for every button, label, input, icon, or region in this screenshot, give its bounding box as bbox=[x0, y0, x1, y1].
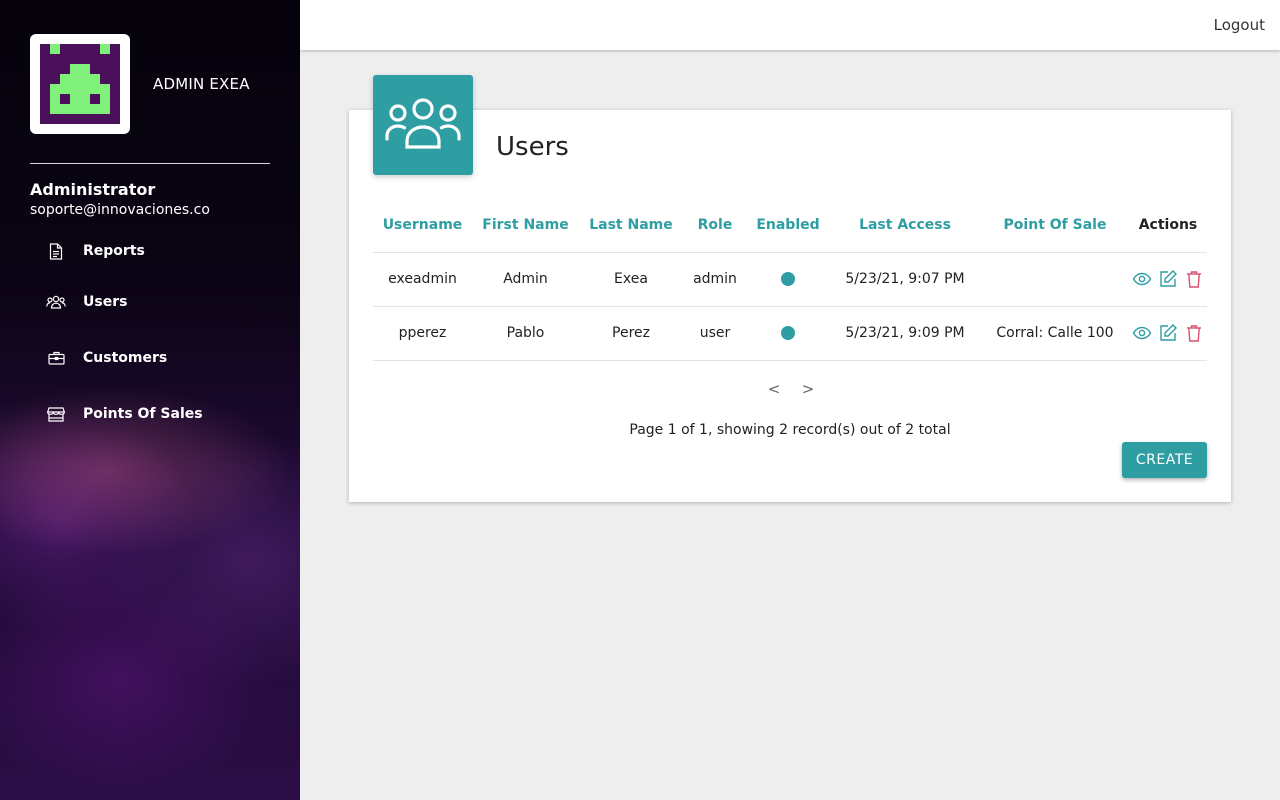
brand-name: ADMIN EXEA bbox=[153, 75, 250, 93]
create-button[interactable]: CREATE bbox=[1122, 442, 1207, 478]
sidebar-divider bbox=[30, 163, 270, 164]
cell-point-of-sale[interactable]: Corral: Calle 100 bbox=[981, 306, 1129, 361]
cell-point-of-sale[interactable] bbox=[981, 252, 1129, 307]
view-icon[interactable] bbox=[1132, 269, 1152, 289]
table-row: pperez Pablo Perez user 5/23/21, 9:09 PM… bbox=[373, 306, 1207, 361]
enabled-indicator bbox=[781, 272, 795, 286]
table-row: exeadmin Admin Exea admin 5/23/21, 9:07 … bbox=[373, 252, 1207, 307]
sidebar-item-reports[interactable]: Reports bbox=[46, 239, 145, 263]
cell-username: exeadmin bbox=[373, 252, 472, 307]
app-logo bbox=[30, 34, 130, 134]
sidebar-item-label: Points Of Sales bbox=[83, 406, 203, 422]
invader-logo-icon bbox=[40, 44, 120, 124]
delete-icon[interactable] bbox=[1184, 269, 1204, 289]
edit-icon[interactable] bbox=[1158, 269, 1178, 289]
sidebar-item-users[interactable]: Users bbox=[46, 290, 127, 314]
cell-enabled bbox=[747, 252, 829, 307]
sidebar: ADMIN EXEA Administrator soporte@innovac… bbox=[0, 0, 300, 800]
cell-last-name: Perez bbox=[579, 306, 683, 361]
cell-actions bbox=[1129, 306, 1207, 361]
briefcase-icon bbox=[46, 349, 66, 367]
cell-first-name: Admin bbox=[472, 252, 579, 307]
cell-first-name: Pablo bbox=[472, 306, 579, 361]
cell-actions bbox=[1129, 252, 1207, 307]
view-icon[interactable] bbox=[1132, 323, 1152, 343]
users-table: Username First Name Last Name Role Enabl… bbox=[373, 199, 1207, 361]
column-header-role[interactable]: Role bbox=[683, 199, 747, 253]
page-info: Page 1 of 1, showing 2 record(s) out of … bbox=[629, 422, 951, 438]
page-title: Users bbox=[496, 132, 569, 162]
sidebar-item-label: Customers bbox=[83, 350, 168, 366]
cell-last-name: Exea bbox=[579, 252, 683, 307]
logout-link[interactable]: Logout bbox=[1214, 16, 1265, 34]
cell-last-access: 5/23/21, 9:07 PM bbox=[829, 252, 981, 307]
cell-role: user bbox=[683, 306, 747, 361]
sidebar-item-customers[interactable]: Customers bbox=[46, 346, 167, 370]
sidebar-item-label: Users bbox=[83, 294, 128, 310]
edit-icon[interactable] bbox=[1158, 323, 1178, 343]
column-header-enabled[interactable]: Enabled bbox=[747, 199, 829, 253]
column-header-username[interactable]: Username bbox=[373, 199, 472, 253]
sidebar-item-label: Reports bbox=[83, 243, 145, 259]
column-header-first-name[interactable]: First Name bbox=[472, 199, 579, 253]
cell-enabled bbox=[747, 306, 829, 361]
top-bar: Logout bbox=[300, 0, 1280, 50]
user-name: Administrator bbox=[30, 180, 156, 199]
sidebar-item-points-of-sales[interactable]: Points Of Sales bbox=[46, 402, 203, 426]
column-header-last-name[interactable]: Last Name bbox=[579, 199, 683, 253]
next-page-button[interactable]: > bbox=[797, 380, 819, 398]
cell-last-access: 5/23/21, 9:09 PM bbox=[829, 306, 981, 361]
users-icon bbox=[46, 293, 66, 311]
cell-role: admin bbox=[683, 252, 747, 307]
delete-icon[interactable] bbox=[1184, 323, 1204, 343]
pagination: < > bbox=[763, 380, 831, 398]
column-header-last-access[interactable]: Last Access bbox=[829, 199, 981, 253]
cell-username: pperez bbox=[373, 306, 472, 361]
column-header-actions: Actions bbox=[1129, 199, 1207, 253]
enabled-indicator bbox=[781, 326, 795, 340]
column-header-point-of-sale[interactable]: Point Of Sale bbox=[981, 199, 1129, 253]
user-email: soporte@innovaciones.co bbox=[30, 202, 210, 218]
document-icon bbox=[46, 242, 66, 260]
store-icon bbox=[46, 405, 66, 423]
table-header-row: Username First Name Last Name Role Enabl… bbox=[373, 199, 1207, 253]
prev-page-button[interactable]: < bbox=[763, 380, 785, 398]
users-header-icon bbox=[373, 75, 473, 175]
